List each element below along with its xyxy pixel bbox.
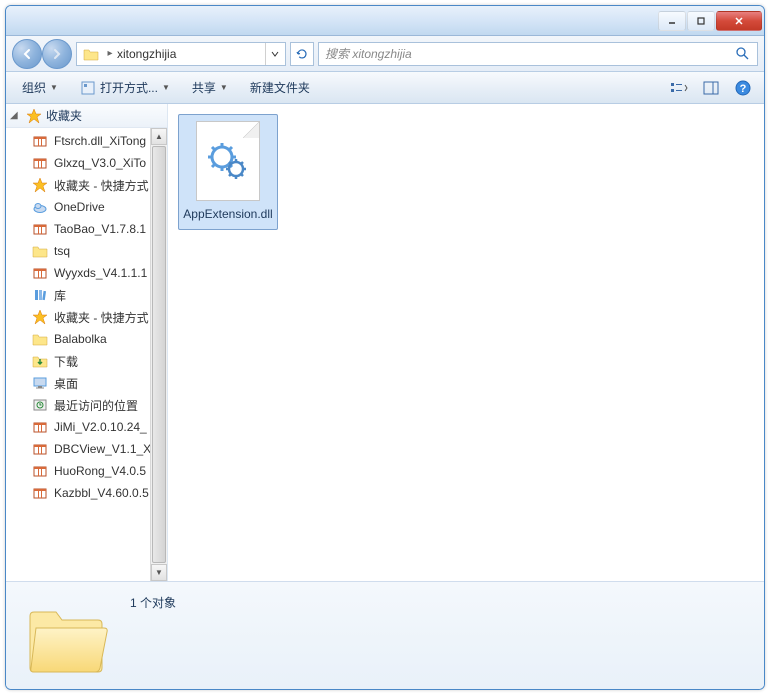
file-label: AppExtension.dll: [183, 207, 272, 223]
sidebar-header-label: 收藏夹: [46, 107, 82, 124]
sidebar-item[interactable]: OneDrive: [6, 196, 150, 218]
sidebar-item[interactable]: 下载: [6, 350, 150, 372]
archive-icon: [32, 265, 48, 281]
new-folder-button[interactable]: 新建文件夹: [242, 75, 318, 100]
sidebar-item-label: 下载: [54, 353, 78, 370]
sidebar: ◢ 收藏夹 Ftsrch.dll_XiTong Glxzq_V3.0_XiTo 收藏…: [6, 104, 168, 581]
help-button[interactable]: ?: [730, 77, 756, 99]
scroll-up-button[interactable]: ▲: [151, 128, 167, 145]
navbar: ▸ xitongzhijia 搜索 xitongzhijia: [6, 36, 764, 72]
share-menu[interactable]: 共享▼: [184, 75, 236, 100]
folder-large-icon: [18, 588, 114, 684]
sidebar-item[interactable]: Wyyxds_V4.1.1.1: [6, 262, 150, 284]
close-button[interactable]: [716, 11, 762, 31]
svg-text:?: ?: [740, 83, 747, 95]
sidebar-item[interactable]: DBCView_V1.1_X: [6, 438, 150, 460]
preview-pane-button[interactable]: [698, 77, 724, 99]
sidebar-item[interactable]: 库: [6, 284, 150, 306]
sidebar-item-label: 收藏夹 - 快捷方式: [54, 177, 149, 194]
explorer-window: ▸ xitongzhijia 搜索 xitongzhijia 组织▼ 打开方式.…: [5, 5, 765, 690]
sidebar-item[interactable]: HuoRong_V4.0.5: [6, 460, 150, 482]
sidebar-item-label: 收藏夹 - 快捷方式: [54, 309, 149, 326]
sidebar-item-label: 库: [54, 287, 66, 304]
sidebar-item[interactable]: 最近访问的位置: [6, 394, 150, 416]
search-icon: [735, 46, 751, 62]
sidebar-item-label: 最近访问的位置: [54, 397, 138, 414]
view-options-button[interactable]: [666, 77, 692, 99]
star-icon: [32, 309, 48, 325]
organize-menu[interactable]: 组织▼: [14, 75, 66, 100]
folder-icon: [32, 331, 48, 347]
refresh-button[interactable]: [290, 42, 314, 66]
archive-icon: [32, 155, 48, 171]
file-pane[interactable]: AppExtension.dll: [168, 104, 764, 581]
onedrive-icon: [32, 199, 48, 215]
breadcrumb-separator-icon[interactable]: ▸: [103, 43, 117, 65]
sidebar-scrollbar[interactable]: ▲ ▼: [150, 128, 167, 581]
sidebar-item-label: Kazbbl_V4.60.0.5: [54, 486, 149, 500]
sidebar-item-label: TaoBao_V1.7.8.1: [54, 222, 146, 236]
sidebar-item-label: JiMi_V2.0.10.24_: [54, 420, 147, 434]
sidebar-item[interactable]: JiMi_V2.0.10.24_: [6, 416, 150, 438]
sidebar-item[interactable]: tsq: [6, 240, 150, 262]
sidebar-item[interactable]: Kazbbl_V4.60.0.5: [6, 482, 150, 504]
sidebar-item-label: tsq: [54, 244, 70, 258]
titlebar: [6, 6, 764, 36]
toolbar: 组织▼ 打开方式...▼ 共享▼ 新建文件夹 ?: [6, 72, 764, 104]
sidebar-item-label: HuoRong_V4.0.5: [54, 464, 146, 478]
sidebar-items: Ftsrch.dll_XiTong Glxzq_V3.0_XiTo 收藏夹 - 快捷…: [6, 128, 150, 581]
sidebar-item[interactable]: Balabolka: [6, 328, 150, 350]
status-count: 1 个对象: [130, 594, 176, 611]
address-bar[interactable]: ▸ xitongzhijia: [76, 42, 286, 66]
minimize-button[interactable]: [658, 11, 686, 31]
sidebar-item[interactable]: 收藏夹 - 快捷方式: [6, 306, 150, 328]
archive-icon: [32, 221, 48, 237]
sidebar-item-label: Glxzq_V3.0_XiTo: [54, 156, 146, 170]
sidebar-item-label: Ftsrch.dll_XiTong: [54, 134, 146, 148]
archive-icon: [32, 441, 48, 457]
address-dropdown-button[interactable]: [265, 43, 283, 65]
content-area: ◢ 收藏夹 Ftsrch.dll_XiTong Glxzq_V3.0_XiTo 收藏…: [6, 104, 764, 581]
sidebar-item-label: OneDrive: [54, 200, 105, 214]
breadcrumb-path: xitongzhijia: [117, 47, 265, 61]
sidebar-item[interactable]: TaoBao_V1.7.8.1: [6, 218, 150, 240]
recent-icon: [32, 397, 48, 413]
library-icon: [32, 287, 48, 303]
sidebar-item-label: 桌面: [54, 375, 78, 392]
nav-back-button[interactable]: [12, 39, 42, 69]
search-input[interactable]: 搜索 xitongzhijia: [318, 42, 758, 66]
sidebar-item-label: Wyyxds_V4.1.1.1: [54, 266, 147, 280]
search-placeholder: 搜索 xitongzhijia: [325, 45, 735, 62]
archive-icon: [32, 133, 48, 149]
details-pane: 1 个对象: [6, 581, 764, 689]
folder-down-icon: [32, 353, 48, 369]
app-icon: [80, 80, 96, 96]
archive-icon: [32, 485, 48, 501]
scroll-down-button[interactable]: ▼: [151, 564, 167, 581]
scroll-thumb[interactable]: [152, 146, 166, 563]
sidebar-item-label: Balabolka: [54, 332, 107, 346]
star-icon: [26, 108, 42, 124]
dll-file-icon: [196, 121, 260, 201]
sidebar-item[interactable]: 桌面: [6, 372, 150, 394]
sidebar-item[interactable]: 收藏夹 - 快捷方式: [6, 174, 150, 196]
desktop-icon: [32, 375, 48, 391]
file-item-selected[interactable]: AppExtension.dll: [178, 114, 278, 230]
open-with-menu[interactable]: 打开方式...▼: [72, 75, 178, 100]
folder-icon: [83, 46, 99, 62]
sidebar-item[interactable]: Ftsrch.dll_XiTong: [6, 130, 150, 152]
archive-icon: [32, 419, 48, 435]
expand-icon: ◢: [10, 110, 22, 121]
star-icon: [32, 177, 48, 193]
sidebar-item[interactable]: Glxzq_V3.0_XiTo: [6, 152, 150, 174]
sidebar-favorites-header[interactable]: ◢ 收藏夹: [6, 104, 167, 128]
nav-forward-button[interactable]: [42, 39, 72, 69]
sidebar-item-label: DBCView_V1.1_X: [54, 442, 150, 456]
folder-icon: [32, 243, 48, 259]
archive-icon: [32, 463, 48, 479]
maximize-button[interactable]: [687, 11, 715, 31]
